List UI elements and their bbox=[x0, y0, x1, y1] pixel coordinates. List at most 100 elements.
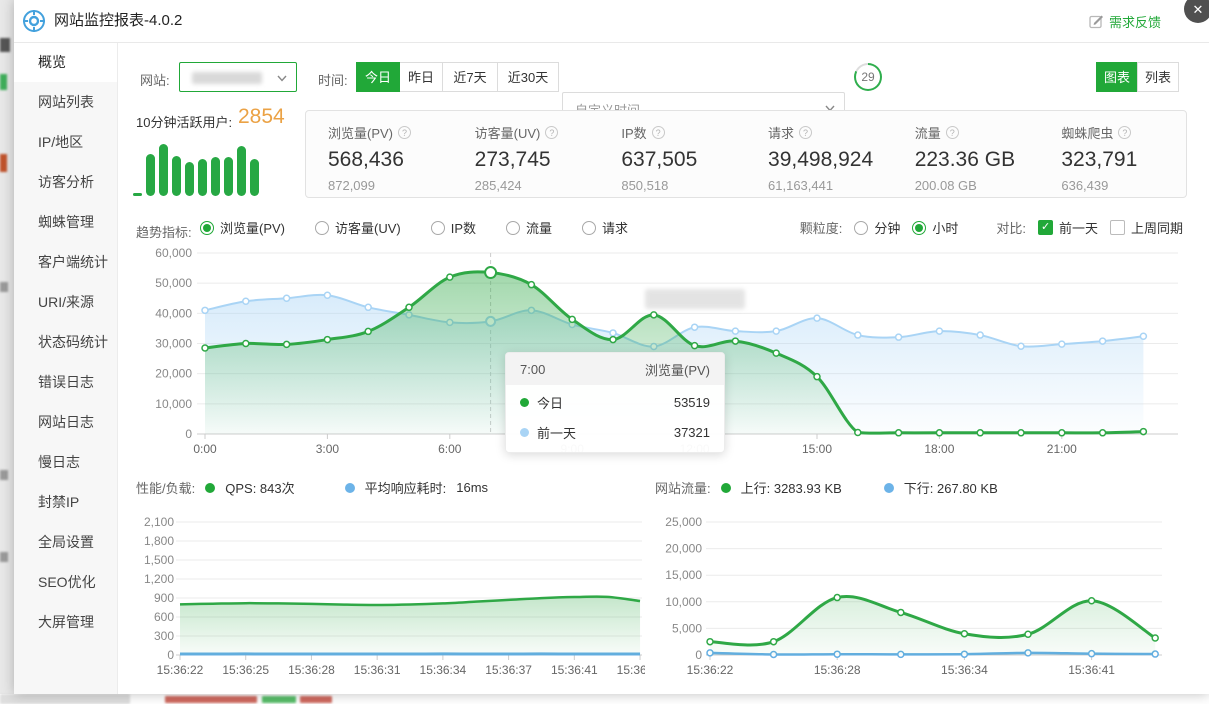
background-page-edge-fragment bbox=[0, 470, 8, 480]
tooltip-series-name: 前一天 bbox=[537, 423, 576, 442]
stat-prev: 636,439 bbox=[1061, 178, 1186, 193]
radio-label: 访客量(UV) bbox=[335, 218, 401, 237]
sidebar: 概览 网站列表 IP/地区 访客分析 蜘蛛管理 客户端统计 URI/来源 状态码… bbox=[14, 42, 118, 694]
active-users-label: 10分钟活跃用户: bbox=[136, 112, 232, 131]
sidebar-item-client-stats[interactable]: 客户端统计 bbox=[14, 242, 117, 282]
qps-legend-dot bbox=[205, 483, 215, 493]
svg-text:0:00: 0:00 bbox=[193, 442, 217, 456]
sidebar-item-uri-source[interactable]: URI/来源 bbox=[14, 282, 117, 322]
compare-checkbox-last-week[interactable]: 上周同期 bbox=[1110, 218, 1183, 237]
summary-stats-box: 浏览量(PV)? 568,436 872,099 访客量(UV)? 273,74… bbox=[305, 110, 1187, 198]
sidebar-item-banned-ip[interactable]: 封禁IP bbox=[14, 482, 117, 522]
svg-text:1,800: 1,800 bbox=[144, 534, 174, 548]
help-icon[interactable]: ? bbox=[545, 126, 558, 139]
sidebar-item-status-code-stats[interactable]: 状态码统计 bbox=[14, 322, 117, 362]
sidebar-item-seo[interactable]: SEO优化 bbox=[14, 562, 117, 602]
sidebar-item-overview[interactable]: 概览 bbox=[14, 42, 117, 82]
qps-legend-label[interactable]: QPS: 843次 bbox=[225, 478, 294, 497]
svg-text:40,000: 40,000 bbox=[155, 306, 192, 320]
stat-pv: 浏览量(PV)? 568,436 872,099 bbox=[306, 111, 453, 197]
view-toggle: 图表 列表 bbox=[1097, 62, 1179, 92]
granularity-radio-minute[interactable]: 分钟 bbox=[854, 218, 900, 237]
metric-radio-uv[interactable]: 访客量(UV) bbox=[315, 218, 401, 237]
metric-radio-pv[interactable]: 浏览量(PV) bbox=[200, 218, 285, 237]
time-button-yesterday[interactable]: 昨日 bbox=[399, 62, 443, 92]
metric-radio-ip[interactable]: IP数 bbox=[431, 218, 476, 237]
radio-icon bbox=[506, 221, 520, 235]
chevron-down-icon bbox=[277, 75, 287, 82]
view-button-list[interactable]: 列表 bbox=[1137, 62, 1179, 92]
app-logo-target-icon bbox=[22, 9, 46, 33]
header: 网站监控报表-4.0.2 需求反馈 bbox=[14, 0, 1209, 43]
sidebar-item-ip-region[interactable]: IP/地区 bbox=[14, 122, 117, 162]
feedback-link[interactable]: 需求反馈 bbox=[1089, 0, 1161, 42]
svg-text:15:36:41: 15:36:41 bbox=[1068, 663, 1115, 677]
sidebar-item-site-list[interactable]: 网站列表 bbox=[14, 82, 117, 122]
metric-radio-traffic[interactable]: 流量 bbox=[506, 218, 552, 237]
radio-icon bbox=[315, 221, 329, 235]
sidebar-item-site-log[interactable]: 网站日志 bbox=[14, 402, 117, 442]
traffic-label: 网站流量: bbox=[655, 478, 711, 497]
feedback-label: 需求反馈 bbox=[1109, 12, 1161, 31]
page-title: 网站监控报表-4.0.2 bbox=[54, 0, 182, 42]
view-button-chart[interactable]: 图表 bbox=[1096, 62, 1138, 92]
granularity-radio-hour[interactable]: 小时 bbox=[912, 218, 958, 237]
time-button-today[interactable]: 今日 bbox=[356, 62, 400, 92]
time-button-last30days[interactable]: 近30天 bbox=[497, 62, 559, 92]
svg-text:900: 900 bbox=[154, 591, 174, 605]
upstream-legend-label[interactable]: 上行: 3283.93 KB bbox=[741, 478, 842, 497]
site-name-redacted bbox=[192, 72, 262, 84]
checkbox-icon bbox=[1110, 220, 1125, 235]
active-users-minibar-chart bbox=[133, 134, 265, 196]
stat-spider: 蜘蛛爬虫? 323,791 636,439 bbox=[1039, 111, 1186, 197]
stat-prev: 200.08 GB bbox=[915, 178, 1040, 193]
time-button-last7days[interactable]: 近7天 bbox=[442, 62, 498, 92]
compare-checkbox-prev-day[interactable]: 前一天 bbox=[1038, 218, 1098, 237]
svg-text:15:36:41: 15:36:41 bbox=[551, 663, 598, 677]
sidebar-item-spider-management[interactable]: 蜘蛛管理 bbox=[14, 202, 117, 242]
sidebar-item-error-log[interactable]: 错误日志 bbox=[14, 362, 117, 402]
sidebar-item-global-settings[interactable]: 全局设置 bbox=[14, 522, 117, 562]
help-icon[interactable]: ? bbox=[652, 126, 665, 139]
site-select-label: 网站: bbox=[140, 70, 170, 89]
radio-label: 流量 bbox=[526, 218, 552, 237]
qps-chart-canvas[interactable]: 03006009001,2001,5001,8002,10015:36:2215… bbox=[130, 508, 645, 683]
stat-value: 39,498,924 bbox=[768, 148, 893, 172]
tooltip-row-prev-day: 前一天 37321 bbox=[506, 419, 724, 445]
svg-text:10,000: 10,000 bbox=[155, 397, 192, 411]
radio-icon bbox=[854, 221, 868, 235]
svg-text:15:36:37: 15:36:37 bbox=[485, 663, 532, 677]
sidebar-item-visitor-analysis[interactable]: 访客分析 bbox=[14, 162, 117, 202]
traffic-chart-canvas[interactable]: 05,00010,00015,00020,00025,00015:36:2215… bbox=[650, 508, 1165, 683]
stat-value: 273,745 bbox=[475, 148, 600, 172]
radio-label: IP数 bbox=[451, 218, 476, 237]
active-users-bar bbox=[224, 157, 233, 196]
background-page-bottom-strip bbox=[0, 694, 1209, 704]
downstream-legend-label[interactable]: 下行: 267.80 KB bbox=[904, 478, 998, 497]
trend-metric-radios: 浏览量(PV) 访客量(UV) IP数 流量 请求 bbox=[200, 218, 628, 237]
time-filter-label: 时间: bbox=[318, 70, 348, 89]
svg-text:15:36:31: 15:36:31 bbox=[354, 663, 401, 677]
metric-radio-requests[interactable]: 请求 bbox=[582, 218, 628, 237]
sidebar-item-big-screen[interactable]: 大屏管理 bbox=[14, 602, 117, 642]
svg-text:2,100: 2,100 bbox=[144, 515, 174, 529]
stat-prev: 61,163,441 bbox=[768, 178, 893, 193]
granularity-compare-controls: 颗粒度: 分钟 小时 对比: 前一天 上周同期 bbox=[800, 218, 1183, 237]
site-select[interactable] bbox=[179, 62, 297, 92]
response-time-legend-dot bbox=[345, 483, 355, 493]
stat-label: 蜘蛛爬虫 bbox=[1061, 123, 1113, 142]
checkbox-label: 前一天 bbox=[1059, 218, 1098, 237]
svg-text:15:36:25: 15:36:25 bbox=[222, 663, 269, 677]
svg-text:1,200: 1,200 bbox=[144, 572, 174, 586]
response-time-legend-label[interactable]: 平均响应耗时: bbox=[365, 478, 447, 497]
help-icon[interactable]: ? bbox=[799, 126, 812, 139]
help-icon[interactable]: ? bbox=[946, 126, 959, 139]
radio-label: 分钟 bbox=[874, 218, 900, 237]
stat-prev: 850,518 bbox=[621, 178, 746, 193]
sidebar-item-slow-log[interactable]: 慢日志 bbox=[14, 442, 117, 482]
help-icon[interactable]: ? bbox=[398, 126, 411, 139]
perf-label: 性能/负载: bbox=[136, 478, 195, 497]
tooltip-metric: 浏览量(PV) bbox=[645, 360, 710, 379]
refresh-countdown-value: 29 bbox=[856, 65, 880, 89]
help-icon[interactable]: ? bbox=[1118, 126, 1131, 139]
